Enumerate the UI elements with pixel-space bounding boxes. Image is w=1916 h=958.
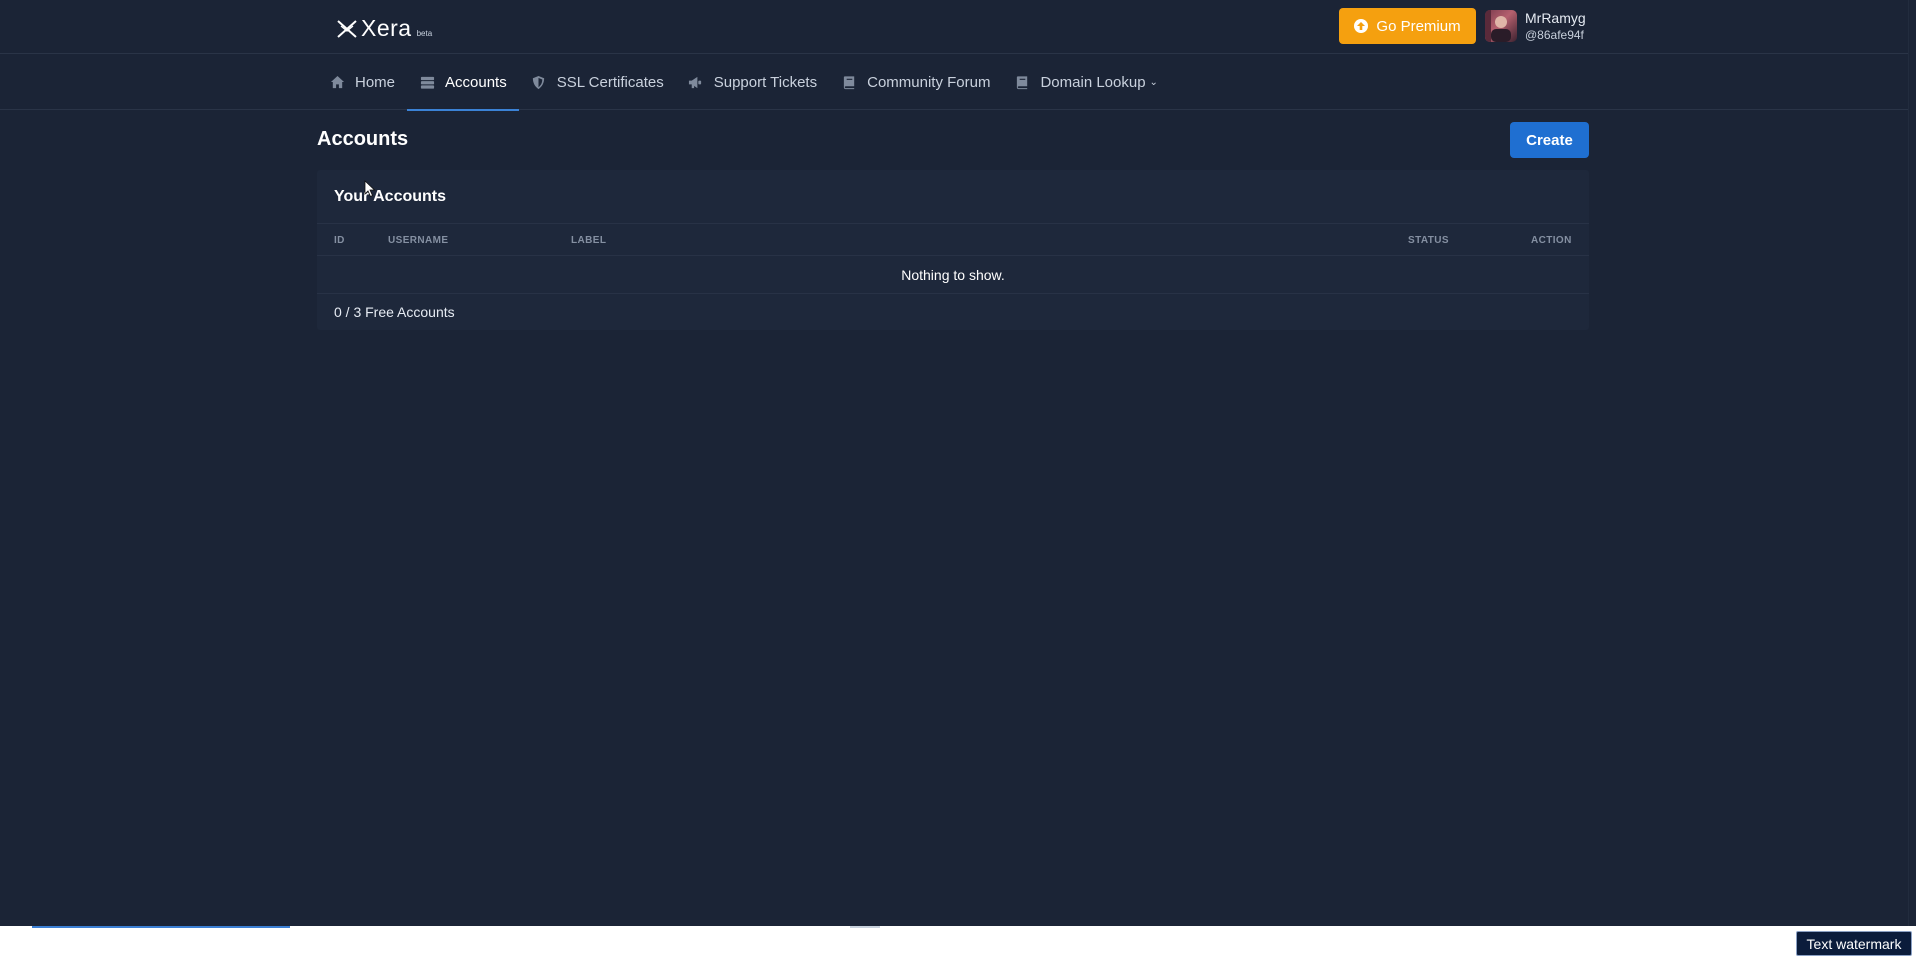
nav-label-ssl-certificates: SSL Certificates (556, 74, 664, 91)
table-header: ID USERNAME LABEL STATUS ACTION (317, 223, 1589, 256)
card-title: Your Accounts (334, 188, 447, 205)
free-accounts-count: 0 / 3 Free Accounts (334, 304, 455, 320)
book-icon (1014, 75, 1030, 91)
user-name[interactable]: MrRamyg (1525, 10, 1586, 26)
progress-line (32, 926, 290, 928)
server-icon (419, 75, 435, 91)
nav-item-community-forum[interactable]: Community Forum (829, 55, 1002, 110)
xera-logo-icon (337, 20, 357, 38)
xera-logo[interactable]: Xera beta (336, 14, 432, 40)
column-header-username: USERNAME (388, 235, 449, 246)
home-icon (329, 75, 345, 91)
nav-item-home[interactable]: Home (317, 55, 407, 110)
column-header-status: STATUS (1408, 235, 1449, 246)
go-premium-label: Go Premium (1376, 17, 1461, 35)
brand-tag: beta (416, 29, 433, 38)
user-handle: @86afe94f (1525, 28, 1584, 42)
bottom-strip (0, 926, 1916, 958)
brand-name: Xera (361, 15, 412, 41)
column-header-label: LABEL (571, 235, 607, 246)
user-avatar-image (1485, 10, 1511, 42)
avatar[interactable] (1485, 10, 1517, 42)
text-watermark: Text watermark (1796, 931, 1912, 956)
mouse-cursor-icon (364, 180, 376, 198)
go-premium-button[interactable]: Go Premium (1339, 8, 1476, 44)
megaphone-icon (688, 75, 704, 91)
main-nav: Home Accounts SSL Certificates Support T… (317, 55, 1170, 111)
nav-item-support-tickets[interactable]: Support Tickets (676, 55, 829, 110)
chevron-down-icon: ⌄ (1149, 77, 1158, 88)
shield-icon (531, 75, 547, 91)
column-header-action: ACTION (1531, 235, 1572, 246)
scrollbar[interactable] (1908, 0, 1916, 926)
top-header: Xera beta Go Premium MrRamyg @86afe94f (0, 0, 1916, 54)
column-header-id: ID (334, 235, 345, 246)
create-button[interactable]: Create (1510, 122, 1589, 158)
nav-label-accounts: Accounts (445, 74, 507, 91)
nav-item-ssl-certificates[interactable]: SSL Certificates (519, 55, 676, 110)
nav-label-home: Home (355, 74, 396, 91)
accounts-card: Your Accounts ID USERNAME LABEL STATUS A… (317, 170, 1589, 330)
nav-item-accounts[interactable]: Accounts (407, 55, 519, 111)
page-title: Accounts (317, 128, 409, 150)
empty-message: Nothing to show. (901, 266, 1005, 283)
nav-label-domain-lookup: Domain Lookup (1040, 74, 1146, 91)
bottom-divider (850, 926, 880, 928)
main-nav-bar: Home Accounts SSL Certificates Support T… (0, 55, 1916, 111)
arrow-up-circle-icon (1354, 19, 1369, 33)
nav-item-domain-lookup[interactable]: Domain Lookup ⌄ (1002, 55, 1169, 110)
nav-label-support-tickets: Support Tickets (713, 74, 818, 91)
empty-state-row: Nothing to show. (317, 256, 1589, 294)
book-icon (841, 75, 857, 91)
nav-label-community-forum: Community Forum (867, 74, 991, 91)
